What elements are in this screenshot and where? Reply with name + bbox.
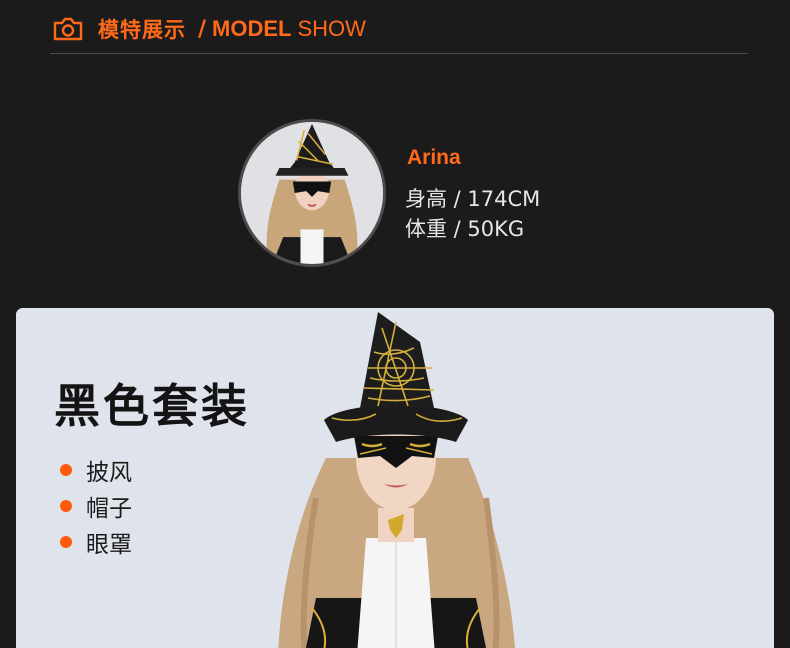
product-item-list: 披风 帽子 眼罩 xyxy=(60,452,132,560)
model-avatar-photo xyxy=(241,122,383,264)
section-title-en-bold: MODEL xyxy=(212,16,292,41)
section-header: 模特展示 / MODEL SHOW xyxy=(52,12,366,46)
bullet-icon xyxy=(60,536,72,548)
model-avatar xyxy=(238,119,386,267)
model-height: 身高 / 174CM xyxy=(405,187,541,211)
bullet-icon xyxy=(60,464,72,476)
camera-icon xyxy=(53,17,83,41)
item-label: 眼罩 xyxy=(86,532,132,558)
bullet-icon xyxy=(60,500,72,512)
item-label: 披风 xyxy=(86,460,132,486)
model-weight: 体重 / 50KG xyxy=(405,217,525,241)
section-title-en-light: SHOW xyxy=(297,16,366,41)
section-title-cn: 模特展示 xyxy=(98,18,186,42)
product-title: 黑色套装 xyxy=(54,379,250,433)
list-item: 披风 xyxy=(60,452,132,488)
product-card: 黑色套装 披风 帽子 眼罩 xyxy=(16,308,774,648)
section-title-slash: / xyxy=(198,16,207,42)
model-name: Arina xyxy=(407,146,461,169)
list-item: 帽子 xyxy=(60,488,132,524)
list-item: 眼罩 xyxy=(60,524,132,560)
item-label: 帽子 xyxy=(86,496,132,522)
header-divider xyxy=(50,53,748,54)
